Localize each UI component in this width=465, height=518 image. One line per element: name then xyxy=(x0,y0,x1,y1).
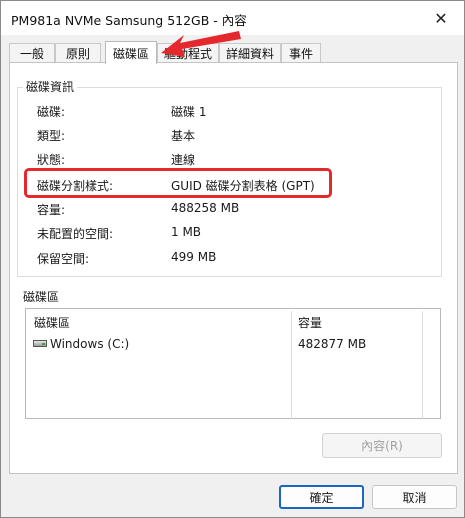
tab-driver[interactable]: 驅動程式 xyxy=(157,43,219,63)
volume-capacity: 482877 MB xyxy=(298,337,367,351)
volumes-list[interactable]: 磁碟區 容量 Windows (C:) 482877 MB xyxy=(25,308,441,419)
window-title: PM981a NVMe Samsung 512GB - 內容 xyxy=(11,13,247,28)
volume-name: Windows (C:) xyxy=(50,337,130,351)
capacity-value: 488258 MB xyxy=(171,201,240,215)
unallocated-value: 1 MB xyxy=(171,225,202,239)
highlight-box xyxy=(24,168,332,198)
tab-details[interactable]: 詳細資料 xyxy=(219,43,281,63)
reserved-value: 499 MB xyxy=(171,250,217,264)
reserved-label: 保留空間: xyxy=(37,252,90,266)
status-label: 狀態: xyxy=(37,153,66,167)
tab-strip: 一般 原則 磁碟區 驅動程式 詳細資料 事件 xyxy=(9,41,461,64)
drive-icon xyxy=(33,340,47,347)
disk-value: 磁碟 1 xyxy=(171,105,207,119)
tab-general[interactable]: 一般 xyxy=(9,43,55,63)
column-divider xyxy=(422,311,423,419)
status-value: 連線 xyxy=(171,153,196,167)
column-divider xyxy=(291,311,292,419)
volumes-section-label: 磁碟區 xyxy=(23,290,60,304)
tab-volumes[interactable]: 磁碟區 xyxy=(105,41,157,64)
properties-button[interactable]: 內容(R) xyxy=(322,433,442,458)
ok-button[interactable]: 確定 xyxy=(279,485,364,509)
cancel-button[interactable]: 取消 xyxy=(372,485,457,509)
disk-label: 磁碟: xyxy=(37,105,66,119)
capacity-label: 容量: xyxy=(37,203,66,217)
unallocated-label: 未配置的空間: xyxy=(37,227,114,241)
properties-window: PM981a NVMe Samsung 512GB - 內容 ✕ 一般 原則 磁… xyxy=(0,0,465,518)
close-icon[interactable]: ✕ xyxy=(418,1,464,35)
tab-policies[interactable]: 原則 xyxy=(55,43,101,63)
list-item[interactable]: Windows (C:) 482877 MB xyxy=(26,334,440,354)
title-bar: PM981a NVMe Samsung 512GB - 內容 ✕ xyxy=(1,1,464,35)
column-header-capacity[interactable]: 容量 xyxy=(298,314,322,331)
type-label: 類型: xyxy=(37,129,66,143)
disk-info-title: 磁碟資訊 xyxy=(23,78,78,95)
type-value: 基本 xyxy=(171,129,196,143)
column-header-volume[interactable]: 磁碟區 xyxy=(34,314,70,331)
list-header: 磁碟區 容量 xyxy=(26,309,440,419)
tab-events[interactable]: 事件 xyxy=(281,43,321,63)
